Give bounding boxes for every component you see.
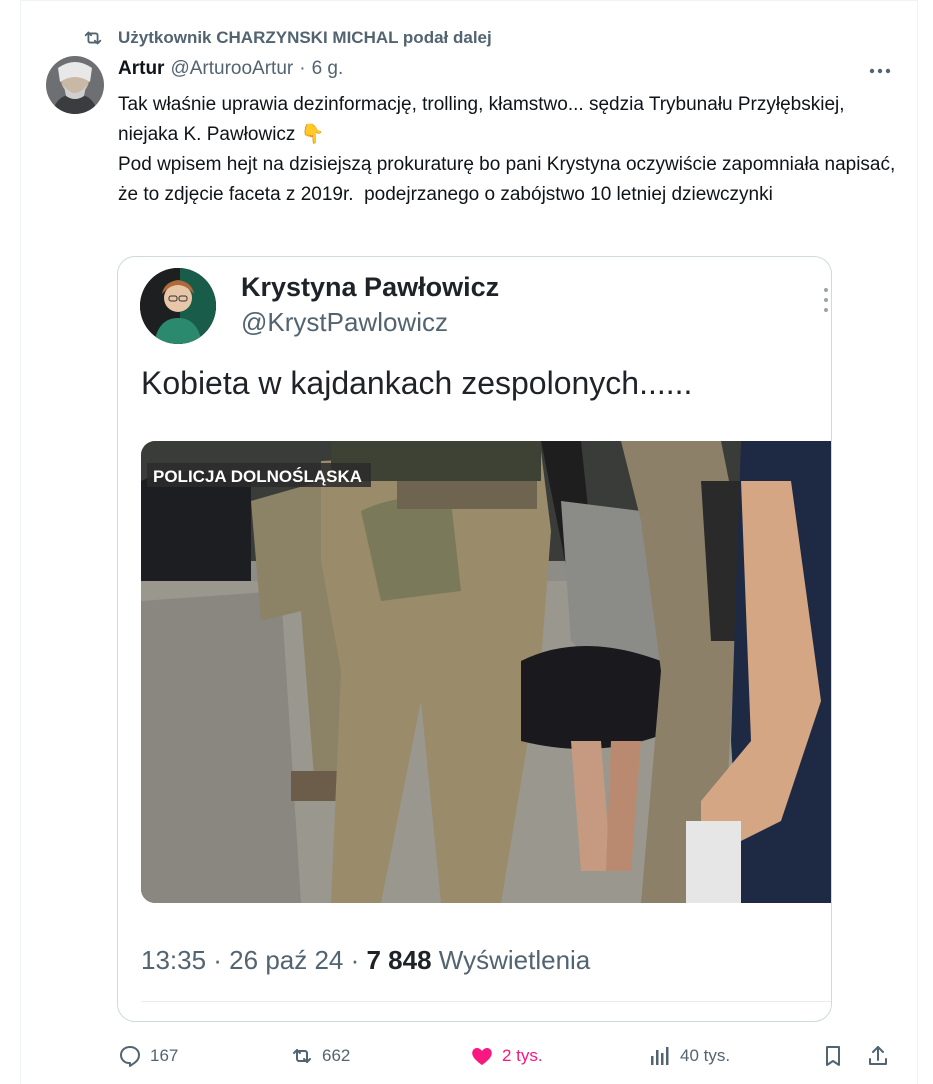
like-icon: [472, 1048, 492, 1065]
tweet-time[interactable]: 6 g.: [312, 58, 344, 80]
action-bar: 167 662 2 tys. 40 tys.: [118, 1040, 898, 1072]
embedded-meta: 13:35 · 26 paź 24 · 7 848 Wyświetlenia: [141, 945, 590, 976]
embedded-views-label: Wyświetlenia: [431, 945, 591, 975]
author-handle[interactable]: @ArturooArtur: [170, 58, 293, 80]
embedded-views-count: 7 848: [366, 945, 432, 975]
retweet-banner-text: Użytkownik CHARZYNSKI MICHAL podał dalej: [118, 28, 492, 47]
embedded-author-name: Krystyna Pawłowicz: [241, 272, 500, 302]
separator-dot: ·: [299, 58, 306, 79]
views-icon: [651, 1047, 669, 1065]
reply-icon: [120, 1046, 140, 1067]
embedded-tweet-text: Kobieta w kajdankach zespolonych......: [141, 365, 693, 401]
photo-caption: POLICJA DOLNOŚLĄSKA: [153, 467, 362, 486]
like-button[interactable]: 2 tys.: [470, 1040, 543, 1072]
author-avatar[interactable]: [46, 56, 104, 114]
embedded-divider: [141, 1001, 831, 1002]
embedded-photo: POLICJA DOLNOŚLĄSKA: [141, 441, 831, 903]
author-name[interactable]: Artur: [118, 58, 164, 80]
retweet-icon: [84, 31, 102, 45]
reply-count: 167: [150, 1046, 179, 1065]
reply-button[interactable]: 167: [118, 1040, 178, 1072]
retweet-icon: [293, 1049, 311, 1063]
retweet-count: 662: [322, 1046, 351, 1065]
more-icon: [869, 68, 891, 74]
share-button[interactable]: [866, 1040, 898, 1072]
retweet-button[interactable]: 662: [290, 1040, 350, 1072]
embedded-tweet-image[interactable]: Krystyna Pawłowicz @KrystPawlowicz Kobie…: [117, 256, 832, 1022]
share-icon: [869, 1046, 887, 1065]
embedded-more-icon: [824, 288, 828, 312]
retweet-banner[interactable]: Użytkownik CHARZYNSKI MICHAL podał dalej: [82, 26, 492, 50]
embedded-author-handle: @KrystPawlowicz: [241, 307, 448, 337]
tweet-header: Artur @ArturooArtur · 6 g.: [118, 58, 343, 80]
like-count: 2 tys.: [502, 1046, 543, 1065]
more-options-button[interactable]: [867, 58, 893, 84]
embedded-time: 13:35 · 26 paź 24 ·: [141, 945, 367, 975]
views-count: 40 tys.: [680, 1046, 731, 1065]
bookmark-icon: [826, 1046, 840, 1066]
views-button[interactable]: 40 tys.: [648, 1040, 730, 1072]
tweet-text: Tak właśnie uprawia dezinformację, troll…: [118, 94, 896, 205]
embedded-avatar: [140, 268, 216, 344]
bookmark-button[interactable]: [821, 1040, 853, 1072]
